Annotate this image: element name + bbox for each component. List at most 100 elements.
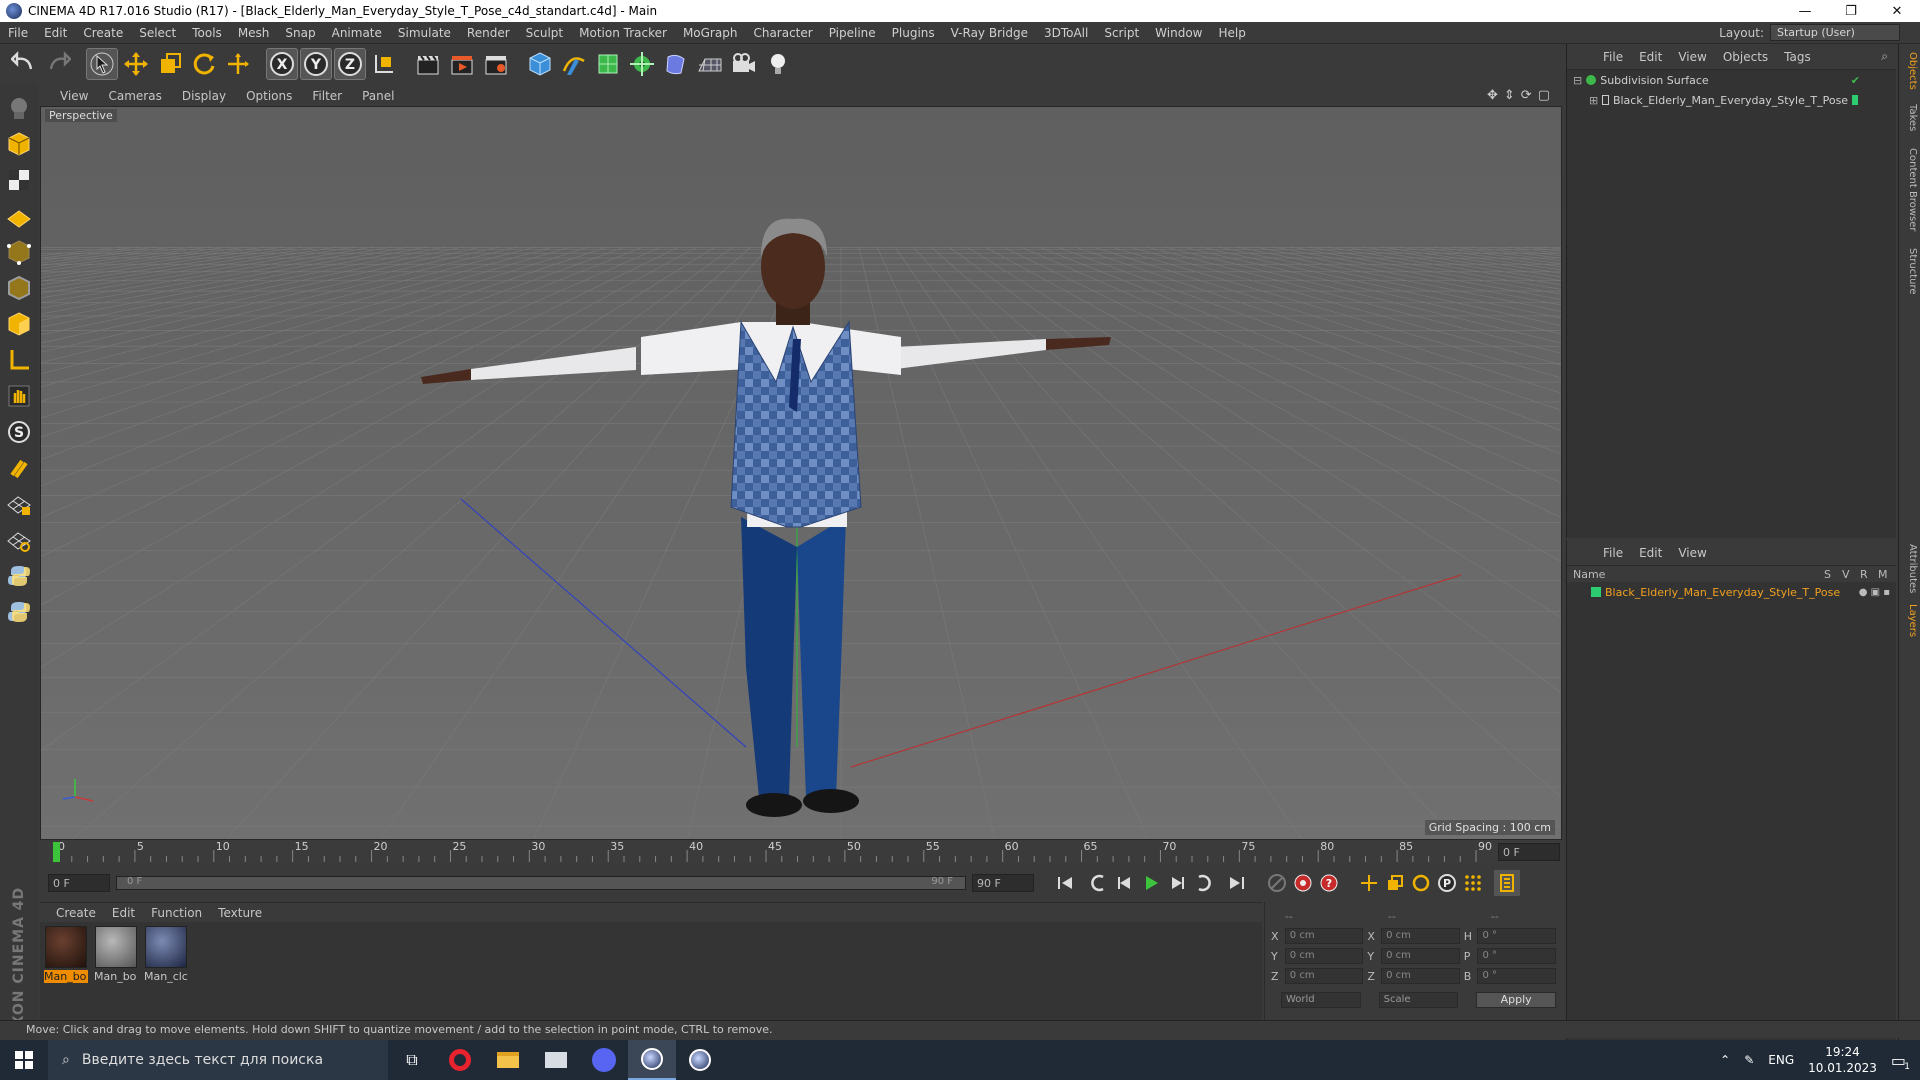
scale-dropdown[interactable]: Scale <box>1378 992 1459 1008</box>
record-active-objects-button[interactable] <box>1290 870 1316 896</box>
taskbar-app-discord[interactable] <box>580 1040 628 1080</box>
object-row-subdivision-surface[interactable]: ⊟ Subdivision Surface ✔ <box>1567 70 1896 90</box>
key-rotation-toggle[interactable] <box>1408 870 1434 896</box>
orbit-view-icon[interactable]: ⟳ <box>1521 88 1532 103</box>
enabled-check-icon[interactable]: ✔ <box>1851 74 1860 87</box>
key-point-level-toggle[interactable] <box>1460 870 1486 896</box>
end-frame-field[interactable]: 90 F <box>972 874 1034 892</box>
layer-menu-view[interactable]: View <box>1670 546 1714 560</box>
render-picture-viewer-button[interactable] <box>446 48 478 80</box>
snap-button[interactable]: S <box>3 416 35 448</box>
viewport-menu-cameras[interactable]: Cameras <box>98 89 171 103</box>
input-language[interactable]: ENG <box>1768 1053 1794 1067</box>
layer-row[interactable]: Black_Elderly_Man_Everyday_Style_T_Pose … <box>1567 582 1896 602</box>
perspective-viewport[interactable]: Perspective Grid Spacing : 100 cm <box>40 106 1562 840</box>
texture-mode-button[interactable] <box>3 164 35 196</box>
taskbar-search-box[interactable]: ⌕ Введите здесь текст для поиска <box>48 1040 388 1080</box>
previous-key-button[interactable] <box>1086 870 1112 896</box>
object-menu-edit[interactable]: Edit <box>1631 50 1670 64</box>
object-menu-objects[interactable]: Objects <box>1715 50 1776 64</box>
layer-color-swatch[interactable] <box>1591 587 1601 597</box>
size-y-field[interactable]: 0 cm <box>1381 948 1460 964</box>
pen-workspace-icon[interactable]: ✎ <box>1744 1053 1754 1067</box>
tweak-mode-button[interactable] <box>3 380 35 412</box>
rotate-tool[interactable] <box>188 48 220 80</box>
subdivision-surface-button[interactable] <box>592 48 624 80</box>
live-selection-tool[interactable] <box>86 48 118 80</box>
object-row-character[interactable]: ⊞ Black_Elderly_Man_Everyday_Style_T_Pos… <box>1567 90 1896 110</box>
polygons-mode-button[interactable] <box>3 308 35 340</box>
menu-plugins[interactable]: Plugins <box>884 26 943 40</box>
expand-toggle-icon[interactable]: ⊟ <box>1573 74 1582 87</box>
tab-attributes[interactable]: Attributes <box>1902 544 1918 593</box>
show-hidden-icons-icon[interactable]: ⌃ <box>1720 1053 1730 1067</box>
go-to-end-button[interactable] <box>1224 870 1250 896</box>
taskbar-app-cinema4d-2[interactable] <box>676 1040 724 1080</box>
material-swatch[interactable]: Man_bo <box>44 926 88 1018</box>
menu-pipeline[interactable]: Pipeline <box>821 26 884 40</box>
autokeying-button[interactable]: ? <box>1316 870 1342 896</box>
previous-frame-button[interactable] <box>1112 870 1138 896</box>
camera-object-button[interactable] <box>728 48 760 80</box>
magnet-tool-button[interactable] <box>3 452 35 484</box>
object-menu-tags[interactable]: Tags <box>1776 50 1819 64</box>
position-y-field[interactable]: 0 cm <box>1284 948 1364 964</box>
position-x-field[interactable]: 0 cm <box>1284 928 1364 944</box>
viewport-menu-display[interactable]: Display <box>172 89 236 103</box>
key-scale-toggle[interactable] <box>1382 870 1408 896</box>
size-x-field[interactable]: 0 cm <box>1381 928 1460 944</box>
python-script-button[interactable] <box>3 560 35 592</box>
light-object-button[interactable] <box>762 48 794 80</box>
object-manager-search-icon[interactable]: ⌕ <box>1881 49 1888 64</box>
floor-scene-button[interactable] <box>694 48 726 80</box>
next-key-button[interactable] <box>1190 870 1216 896</box>
planar-workplane-button[interactable] <box>3 524 35 556</box>
material-menu-create[interactable]: Create <box>48 906 104 920</box>
make-editable-button[interactable] <box>3 92 35 124</box>
menu-vray-bridge[interactable]: V-Ray Bridge <box>943 26 1036 40</box>
tab-content-browser[interactable]: Content Browser <box>1902 148 1918 231</box>
edges-mode-button[interactable] <box>3 272 35 304</box>
viewport-menu-view[interactable]: View <box>50 89 98 103</box>
menu-select[interactable]: Select <box>131 26 184 40</box>
axis-mode-button[interactable] <box>3 344 35 376</box>
menu-window[interactable]: Window <box>1147 26 1210 40</box>
array-generator-button[interactable] <box>626 48 658 80</box>
key-position-toggle[interactable] <box>1356 870 1382 896</box>
layout-select[interactable]: Startup (User) <box>1770 24 1900 41</box>
rotation-h-field[interactable]: 0 ° <box>1477 928 1557 944</box>
timeline-window-button[interactable] <box>1494 870 1520 896</box>
start-frame-field[interactable]: 0 F <box>48 874 110 892</box>
rotation-b-field[interactable]: 0 ° <box>1477 968 1557 984</box>
cube-object-button[interactable] <box>524 48 556 80</box>
next-frame-button[interactable] <box>1164 870 1190 896</box>
clock[interactable]: 19:24 10.01.2023 <box>1808 1044 1877 1076</box>
layer-menu-file[interactable]: File <box>1595 546 1631 560</box>
tab-layers[interactable]: Layers <box>1902 604 1918 637</box>
toggle-view-layout-icon[interactable]: ▢ <box>1538 88 1550 103</box>
rotation-p-field[interactable]: 0 ° <box>1477 948 1557 964</box>
viewport-menu-options[interactable]: Options <box>236 89 302 103</box>
layer-toggles[interactable]: ● ▣ ▪ <box>1859 587 1890 598</box>
lock-workplane-button[interactable] <box>3 488 35 520</box>
viewport-menu-panel[interactable]: Panel <box>352 89 404 103</box>
python-console-button[interactable] <box>3 596 35 628</box>
current-frame-field[interactable]: 0 F <box>1498 843 1560 861</box>
record-disabled-button[interactable] <box>1264 870 1290 896</box>
tab-objects[interactable]: Objects <box>1902 52 1918 90</box>
close-button[interactable]: ✕ <box>1874 0 1920 22</box>
task-view-button[interactable]: ⧉ <box>388 1040 436 1080</box>
material-menu-edit[interactable]: Edit <box>104 906 143 920</box>
menu-help[interactable]: Help <box>1210 26 1253 40</box>
minimize-button[interactable]: — <box>1782 0 1828 22</box>
menu-edit[interactable]: Edit <box>36 26 75 40</box>
menu-3dtoall[interactable]: 3DToAll <box>1036 26 1096 40</box>
render-view-button[interactable] <box>412 48 444 80</box>
points-mode-button[interactable] <box>3 236 35 268</box>
render-settings-button[interactable] <box>480 48 512 80</box>
move-tool[interactable] <box>120 48 152 80</box>
notifications-icon[interactable]: ▭ 1 <box>1891 1051 1910 1072</box>
taskbar-app-cinema4d[interactable] <box>628 1040 676 1080</box>
material-swatch[interactable]: Man_bo <box>94 926 138 1018</box>
object-menu-file[interactable]: File <box>1595 50 1631 64</box>
